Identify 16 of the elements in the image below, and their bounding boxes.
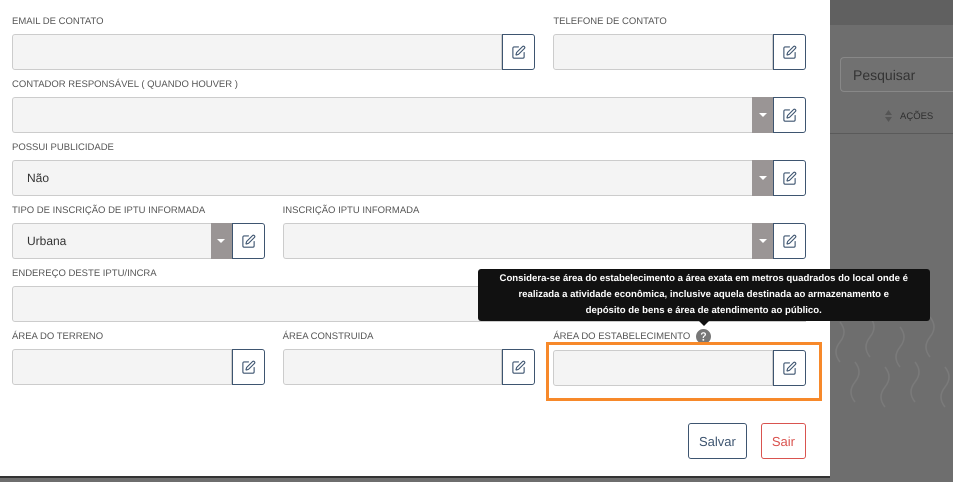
- select-field[interactable]: Não: [12, 160, 773, 196]
- column-header: AÇÕES: [900, 110, 934, 122]
- exit-button[interactable]: Sair: [760, 423, 806, 459]
- field-label: ENDEREÇO DESTE IPTU/INCRA: [12, 268, 157, 278]
- field-label: EMAIL DE CONTATO: [12, 16, 104, 26]
- field-label: ÁREA CONSTRUIDA: [282, 330, 374, 342]
- field-label: TIPO DE INSCRIÇÃO DE IPTU INFORMADA: [12, 204, 206, 216]
- field-label: CONTADOR RESPONSÁVEL ( QUANDO HOUVER ): [12, 78, 238, 90]
- save-button[interactable]: Salvar: [688, 423, 747, 459]
- field-label: INSCRIÇÃO IPTU INFORMADA: [282, 204, 420, 216]
- select-field[interactable]: Urbana: [12, 223, 232, 259]
- field-label: ÁREA DO ESTABELECIMENTO: [553, 331, 690, 342]
- field-label: ÁREA DO TERRENO: [12, 330, 104, 342]
- search-field[interactable]: Pesquisar: [840, 57, 953, 92]
- field-label: POSSUI PUBLICIDADE: [12, 142, 114, 152]
- field-label: TELEFONE DE CONTATO: [553, 16, 667, 26]
